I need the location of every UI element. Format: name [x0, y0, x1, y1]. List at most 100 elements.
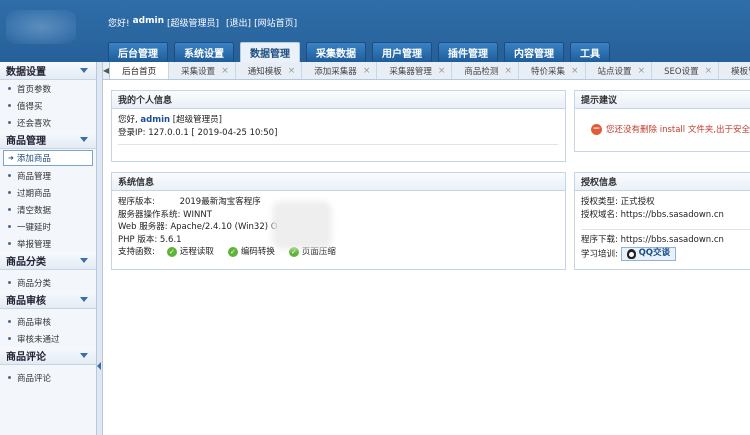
qq-icon [626, 248, 636, 259]
bullet-icon [8, 281, 11, 284]
nav-data-management[interactable]: 数据管理 [240, 42, 300, 62]
install-warning: − 您还没有删除 install 文件夹,出于安全 [591, 123, 750, 135]
chevron-down-icon [80, 353, 88, 358]
sidebar-collapse-handle[interactable] [97, 62, 103, 435]
username-text: admin [132, 16, 164, 26]
tips-panel: 提示建议 − 您还没有删除 install 文件夹,出于安全 [574, 90, 750, 152]
bullet-icon [8, 337, 11, 340]
main-nav: 后台管理 系统设置 数据管理 采集数据 用户管理 插件管理 内容管理 工具 [108, 42, 610, 62]
sidebar-item-add-goods[interactable]: ➜ 添加商品 [3, 150, 93, 166]
nav-backend[interactable]: 后台管理 [108, 42, 168, 62]
collapse-left-icon [97, 362, 101, 370]
close-icon[interactable]: × [288, 66, 296, 76]
sidebar-item-goods-comments[interactable]: 商品评论 [0, 369, 96, 386]
nav-user-management[interactable]: 用户管理 [372, 42, 432, 62]
watermark-blur [272, 201, 332, 249]
close-icon[interactable]: × [571, 66, 579, 76]
sidebar-item-expired-goods[interactable]: 过期商品 [0, 184, 96, 201]
check-icon: ✓ [227, 247, 238, 258]
tab-goods-check[interactable]: 商品检测 × [452, 62, 519, 79]
sidebar-item-goods-management[interactable]: 商品管理 [0, 167, 96, 184]
site-home-link[interactable]: [网站首页] [254, 16, 297, 29]
check-icon: ✓ [166, 247, 177, 258]
download-line: 程序下载: https://bbs.sasadown.cn [581, 235, 724, 245]
program-version-line: 程序版本: 2019最新淘宝客程序 [118, 197, 261, 207]
sidebar: 数据设置 首页参数 值得买 还会喜欢 商品管理 ➜ 添加商品 商品管理 过期商品 … [0, 62, 97, 435]
panel-title: 提示建议 [575, 91, 750, 109]
supported-functions-line: 支持函数: ✓ 远程读取 ✓ 编码转换 ✓ 页面压缩 [118, 246, 336, 259]
top-header: 您好! admin [超级管理员] [退出] [网站首页] 后台管理 系统设置 … [0, 0, 750, 62]
divider [581, 229, 750, 230]
sidebar-section-data-settings[interactable]: 数据设置 [0, 62, 96, 80]
chevron-down-icon [80, 68, 88, 73]
chevron-down-icon [80, 258, 88, 263]
sidebar-item-goods-review[interactable]: 商品审核 [0, 313, 96, 330]
close-icon[interactable]: × [638, 66, 646, 76]
logo [6, 10, 76, 44]
sidebar-item-clear-data[interactable]: 清空数据 [0, 201, 96, 218]
tab-add-collector[interactable]: 添加采集器 × [302, 62, 378, 79]
chevron-down-icon [80, 137, 88, 142]
bullet-icon [8, 121, 11, 124]
panel-title: 系统信息 [112, 173, 565, 191]
tab-site-settings[interactable]: 站点设置 × [586, 62, 653, 79]
close-icon[interactable]: × [705, 66, 713, 76]
panel-title: 我的个人信息 [112, 91, 565, 109]
tab-special-collect[interactable]: 特价采集 × [519, 62, 586, 79]
web-server-line: Web 服务器: Apache/2.4.10 (Win32) O [118, 222, 278, 232]
system-info-panel: 系统信息 程序版本: 2019最新淘宝客程序 服务器操作系统: WINNT We… [111, 172, 566, 270]
os-line: 服务器操作系统: WINNT [118, 209, 212, 220]
license-type-line: 授权类型: 正式授权 [581, 197, 655, 207]
sidebar-item-review-rejected[interactable]: 审核未通过 [0, 330, 96, 347]
sidebar-item-goods-category[interactable]: 商品分类 [0, 274, 96, 291]
tab-notify-template[interactable]: 通知模板 × [236, 62, 303, 79]
bullet-icon [8, 208, 11, 211]
nav-tools[interactable]: 工具 [570, 42, 610, 62]
sidebar-item-one-click-extend[interactable]: 一键延时 [0, 218, 96, 235]
personal-info-panel: 我的个人信息 您好, admin [超级管理员] 登录IP: 127.0.0.1… [111, 90, 566, 162]
sidebar-section-goods-review[interactable]: 商品审核 [0, 291, 96, 309]
bullet-icon [8, 242, 11, 245]
welcome-bar: 您好! admin [超级管理员] [退出] [网站首页] [108, 16, 297, 29]
sidebar-item-worth-buying[interactable]: 值得买 [0, 97, 96, 114]
warning-icon: − [591, 123, 602, 135]
close-icon[interactable]: × [438, 66, 446, 76]
sidebar-section-goods-management[interactable]: 商品管理 [0, 131, 96, 149]
bullet-icon [8, 225, 11, 228]
sidebar-item-report-management[interactable]: 举报管理 [0, 235, 96, 252]
role-text: [超级管理员] [167, 19, 220, 29]
logout-link[interactable]: [退出] [226, 16, 251, 29]
tab-bar: ◀ 后台首页 采集设置 × 通知模板 × 添加采集器 × 采集器管理 × 商品检测 × 特… [103, 62, 750, 80]
panel-title: 授权信息 [575, 173, 750, 191]
greeting-text: 您好! [108, 19, 130, 29]
bullet-icon [8, 376, 11, 379]
tab-collect-settings[interactable]: 采集设置 × [169, 62, 236, 79]
sidebar-section-goods-category[interactable]: 商品分类 [0, 252, 96, 270]
arrow-right-icon: ➜ [8, 154, 14, 162]
sidebar-item-also-like[interactable]: 还会喜欢 [0, 114, 96, 131]
training-line: 学习培训: QQ交谈 [581, 246, 750, 261]
tab-home[interactable]: 后台首页 [109, 62, 170, 79]
chevron-down-icon [80, 297, 88, 302]
tab-collector-management[interactable]: 采集器管理 × [377, 62, 453, 79]
close-icon[interactable]: × [221, 66, 229, 76]
nav-collect-data[interactable]: 采集数据 [306, 42, 366, 62]
php-version-line: PHP 版本: 5.6.1 [118, 234, 182, 245]
bullet-icon [8, 174, 11, 177]
qq-chat-button[interactable]: QQ交谈 [620, 246, 677, 261]
tab-template-management[interactable]: 模板管理 [719, 62, 750, 79]
nav-content-management[interactable]: 内容管理 [504, 42, 564, 62]
sidebar-section-goods-comments[interactable]: 商品评论 [0, 347, 96, 365]
close-icon[interactable]: × [504, 66, 512, 76]
nav-system-settings[interactable]: 系统设置 [174, 42, 234, 62]
license-domain-line: 授权域名: https://bbs.sasadown.cn [581, 209, 724, 220]
func-remote-read: ✓ 远程读取 [166, 246, 214, 259]
sidebar-item-home-params[interactable]: 首页参数 [0, 80, 96, 97]
close-icon[interactable]: × [363, 66, 371, 76]
bullet-icon [8, 104, 11, 107]
bullet-icon [8, 191, 11, 194]
tab-seo-settings[interactable]: SEO设置 × [652, 62, 720, 79]
login-ip-line: 登录IP: 127.0.0.1 [ 2019-04-25 10:50] [118, 127, 278, 138]
bullet-icon [8, 320, 11, 323]
nav-plugin-management[interactable]: 插件管理 [438, 42, 498, 62]
